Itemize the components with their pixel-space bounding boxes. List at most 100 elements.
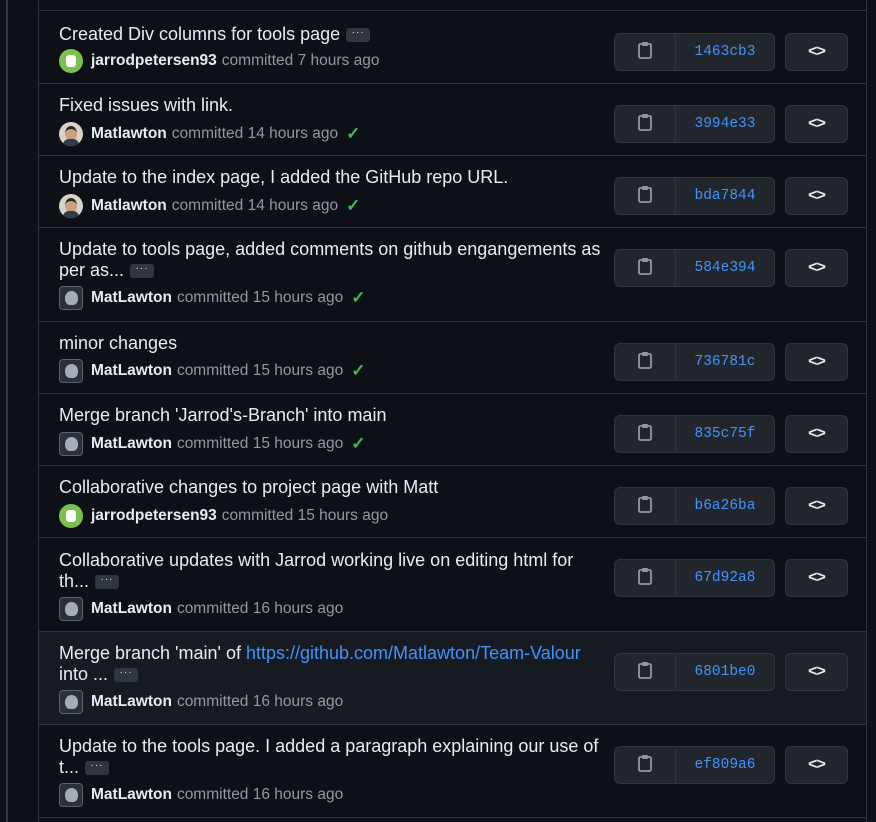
- copy-sha-button[interactable]: [615, 488, 676, 524]
- commit-meta: jarrodpetersen93 committed 7 hours ago: [59, 48, 379, 74]
- commit-time: committed 7 hours ago: [221, 52, 380, 69]
- commit-sha-link[interactable]: b6a26ba: [676, 488, 774, 524]
- code-icon: <>: [808, 569, 826, 586]
- expand-message-button[interactable]: ···: [85, 761, 110, 776]
- commit-message: Fixed issues with link.: [59, 95, 605, 116]
- expand-message-button[interactable]: ···: [95, 575, 120, 590]
- commit-meta: jarrodpetersen93 committed 15 hours ago: [59, 503, 388, 529]
- check-icon[interactable]: ✓: [351, 361, 365, 381]
- browse-repo-button[interactable]: <>: [785, 487, 848, 525]
- author-name[interactable]: jarrodpetersen93: [91, 52, 217, 70]
- commit-message-text[interactable]: Update to the tools page. I added a para…: [59, 736, 598, 777]
- copy-sha-button[interactable]: [615, 560, 676, 596]
- browse-repo-button[interactable]: <>: [785, 343, 848, 381]
- copy-sha-button[interactable]: [615, 250, 676, 286]
- check-icon[interactable]: ✓: [351, 434, 365, 454]
- author-name[interactable]: MatLawton: [91, 786, 172, 804]
- author-avatar[interactable]: [59, 49, 83, 73]
- copy-sha-button[interactable]: [615, 106, 676, 142]
- code-icon: <>: [808, 425, 826, 442]
- expand-message-button[interactable]: ···: [114, 668, 139, 683]
- copy-sha-button[interactable]: [615, 416, 676, 452]
- copy-sha-button[interactable]: [615, 747, 676, 783]
- commit-sha-link[interactable]: ef809a6: [676, 747, 774, 783]
- commit-sha-link[interactable]: 835c75f: [676, 416, 774, 452]
- author-name[interactable]: MatLawton: [91, 435, 172, 453]
- commit-timeline-line: [6, 0, 8, 822]
- commit-sha-link[interactable]: 6801be0: [676, 654, 774, 690]
- commit-message-text[interactable]: Collaborative changes to project page wi…: [59, 477, 438, 497]
- author-avatar[interactable]: [59, 690, 83, 714]
- commit-message: Merge branch 'main' of https://github.co…: [59, 643, 605, 685]
- commit-message-text[interactable]: Fixed issues with link.: [59, 95, 233, 115]
- sha-button-group: 67d92a8: [614, 559, 775, 597]
- commit-message-text[interactable]: Merge branch 'main' of: [59, 643, 246, 663]
- browse-repo-button[interactable]: <>: [785, 177, 848, 215]
- author-name[interactable]: MatLawton: [91, 289, 172, 307]
- commit-row: Update to tools page, added comments on …: [39, 228, 866, 322]
- sha-button-group: 6801be0: [614, 653, 775, 691]
- browse-repo-button[interactable]: <>: [785, 653, 848, 691]
- expand-message-button[interactable]: ···: [130, 264, 155, 279]
- author-name[interactable]: jarrodpetersen93: [91, 507, 217, 525]
- commit-sha-link[interactable]: 67d92a8: [676, 560, 774, 596]
- author-avatar[interactable]: [59, 432, 83, 456]
- check-icon[interactable]: ✓: [346, 196, 360, 216]
- commit-message-tail[interactable]: into ...: [59, 664, 108, 684]
- author-avatar[interactable]: [59, 122, 83, 146]
- commit-message-text[interactable]: Update to the index page, I added the Gi…: [59, 167, 508, 187]
- author-avatar[interactable]: [59, 359, 83, 383]
- copy-sha-button[interactable]: [615, 344, 676, 380]
- sha-button-group: 3994e33: [614, 105, 775, 143]
- author-name[interactable]: MatLawton: [91, 693, 172, 711]
- author-name[interactable]: Matlawton: [91, 125, 167, 143]
- browse-repo-button[interactable]: <>: [785, 33, 848, 71]
- copy-icon: [637, 351, 653, 374]
- commit-meta: MatLawton committed 15 hours ago ✓: [59, 431, 365, 457]
- commit-time: committed 15 hours ago: [176, 362, 344, 379]
- author-name[interactable]: MatLawton: [91, 362, 172, 380]
- author-avatar[interactable]: [59, 194, 83, 218]
- commit-sha-link[interactable]: 1463cb3: [676, 34, 774, 70]
- browse-repo-button[interactable]: <>: [785, 249, 848, 287]
- browse-repo-button[interactable]: <>: [785, 415, 848, 453]
- check-icon[interactable]: ✓: [346, 124, 360, 144]
- sha-button-group: ef809a6: [614, 746, 775, 784]
- expand-message-button[interactable]: ···: [346, 28, 371, 43]
- commit-message: Created Div columns for tools page ···: [59, 24, 605, 45]
- commit-sha-link[interactable]: bda7844: [676, 178, 774, 214]
- commit-row: Update to the tools page. I added a para…: [39, 725, 866, 818]
- commit-sha-link[interactable]: 3994e33: [676, 106, 774, 142]
- browse-repo-button[interactable]: <>: [785, 559, 848, 597]
- author-avatar[interactable]: [59, 504, 83, 528]
- copy-sha-button[interactable]: [615, 654, 676, 690]
- author-avatar[interactable]: [59, 286, 83, 310]
- commit-meta: MatLawton committed 16 hours ago: [59, 782, 343, 808]
- commit-row: Merge branch 'main' of https://github.co…: [39, 632, 866, 725]
- commit-message-text[interactable]: minor changes: [59, 333, 177, 353]
- copy-icon: [637, 113, 653, 136]
- check-icon[interactable]: ✓: [351, 288, 365, 308]
- copy-sha-button[interactable]: [615, 34, 676, 70]
- code-icon: <>: [808, 353, 826, 370]
- copy-sha-button[interactable]: [615, 178, 676, 214]
- code-icon: <>: [808, 259, 826, 276]
- commit-message-text[interactable]: Created Div columns for tools page: [59, 24, 340, 44]
- commit-time: committed 15 hours ago: [221, 507, 389, 524]
- commit-time: committed 16 hours ago: [176, 600, 344, 617]
- author-name[interactable]: Matlawton: [91, 197, 167, 215]
- commit-sha-link[interactable]: 584e394: [676, 250, 774, 286]
- author-name[interactable]: MatLawton: [91, 600, 172, 618]
- author-avatar[interactable]: [59, 783, 83, 807]
- browse-repo-button[interactable]: <>: [785, 746, 848, 784]
- commit-message: Collaborative updates with Jarrod workin…: [59, 550, 605, 592]
- browse-repo-button[interactable]: <>: [785, 105, 848, 143]
- code-icon: <>: [808, 115, 826, 132]
- commit-sha-link[interactable]: 736781c: [676, 344, 774, 380]
- code-icon: <>: [808, 756, 826, 773]
- author-avatar[interactable]: [59, 597, 83, 621]
- commit-message-text[interactable]: Merge branch 'Jarrod's-Branch' into main: [59, 405, 386, 425]
- commit-message-text[interactable]: Collaborative updates with Jarrod workin…: [59, 550, 573, 591]
- copy-icon: [637, 495, 653, 518]
- commit-message-link[interactable]: https://github.com/Matlawton/Team-Valour: [246, 643, 581, 663]
